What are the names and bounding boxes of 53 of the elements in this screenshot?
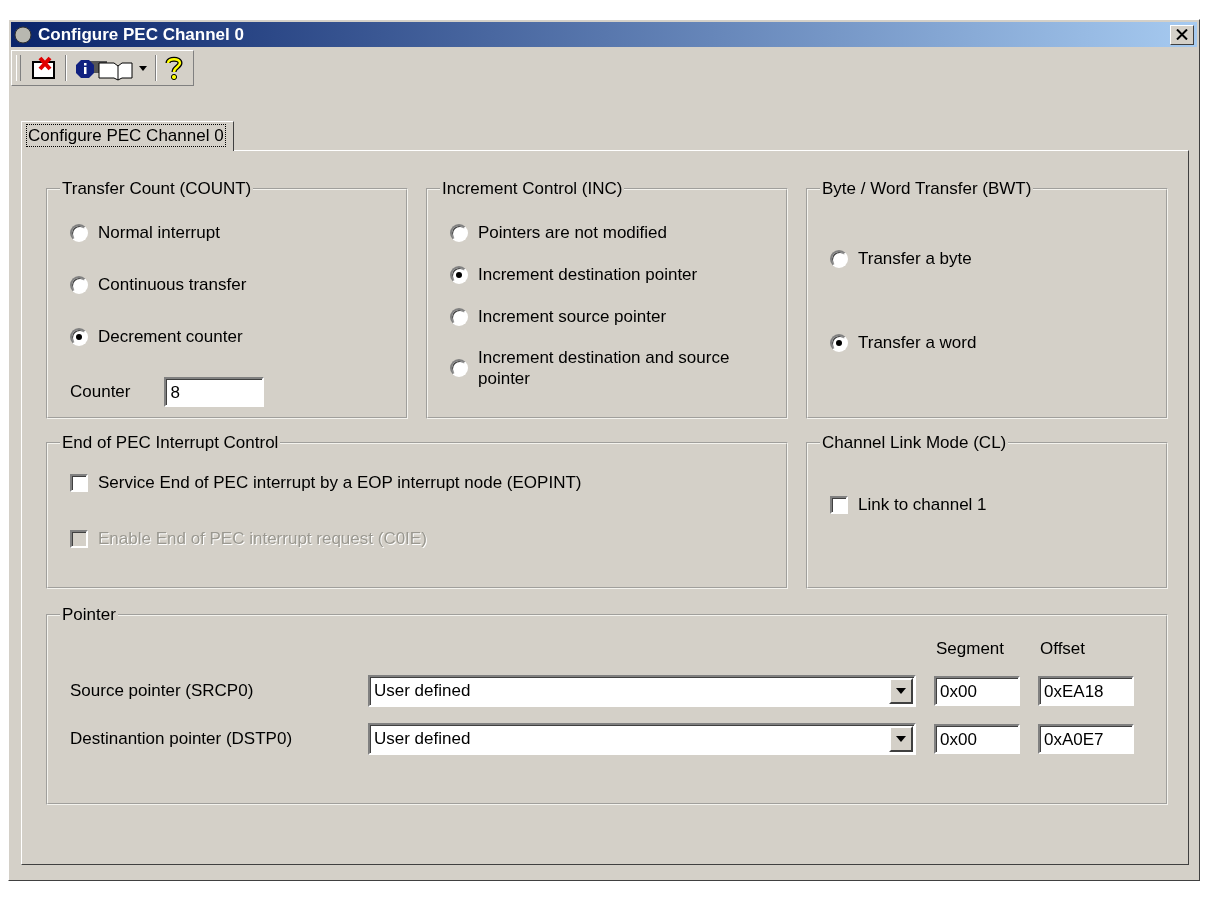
column-header: Segment — [935, 639, 1006, 659]
group-title: Pointer — [61, 605, 117, 625]
checkbox-label: Service End of PEC interrupt by a EOP interrupt node (EOPINT) — [98, 473, 582, 493]
close-button[interactable] — [1170, 24, 1194, 45]
checkbox[interactable] — [70, 474, 88, 492]
window-close-icon — [31, 56, 57, 80]
text-field[interactable]: 0x00 — [934, 676, 1020, 706]
group-title: Channel Link Mode (CL) — [821, 433, 1008, 453]
radio-button[interactable] — [70, 276, 88, 294]
group-title: Transfer Count (COUNT) — [61, 179, 253, 199]
dropdown-button[interactable] — [889, 678, 913, 704]
dropdown[interactable]: User defined — [368, 675, 916, 707]
field-label: Counter — [70, 382, 131, 402]
window-title: Configure PEC Channel 0 — [38, 24, 245, 45]
radio-button[interactable] — [70, 328, 88, 346]
dropdown[interactable]: User defined — [368, 723, 916, 755]
field-label: Destinantion pointer (DSTP0) — [70, 729, 294, 749]
field-label: Source pointer (SRCP0) — [70, 681, 255, 701]
radio-label: Transfer a word — [858, 332, 977, 354]
radio-label: Continuous transfer — [98, 274, 247, 296]
radio-label: Increment source pointer — [478, 306, 667, 328]
checkbox[interactable] — [830, 496, 848, 514]
checkbox-label: Link to channel 1 — [858, 495, 987, 515]
group-title: Increment Control (INC) — [441, 179, 624, 199]
group-title: Byte / Word Transfer (BWT) — [821, 179, 1033, 199]
radio-button[interactable] — [830, 250, 848, 268]
caret-icon — [139, 65, 147, 71]
text-field[interactable]: 0xA0E7 — [1038, 724, 1134, 754]
tab[interactable]: Configure PEC Channel 0 — [21, 121, 234, 151]
down-arrow-icon — [896, 736, 906, 742]
radio-label: Normal interrupt — [98, 222, 220, 244]
column-header: Offset — [1039, 639, 1087, 659]
avatar-icon — [14, 25, 32, 44]
group-title: End of PEC Interrupt Control — [61, 433, 280, 453]
radio-label: Increment destination and source pointer — [478, 347, 731, 390]
text-field[interactable]: 8 — [164, 377, 265, 407]
radio-label: Pointers are not modified — [478, 222, 667, 244]
radio-button[interactable] — [450, 224, 468, 242]
radio-label: Increment destination pointer — [478, 264, 698, 286]
text-field[interactable]: 0x00 — [934, 724, 1020, 754]
help-icon — [165, 55, 183, 81]
down-arrow-icon — [896, 688, 906, 694]
radio-button[interactable] — [450, 308, 468, 326]
radio-label: Decrement counter — [98, 326, 243, 348]
radio-button[interactable] — [450, 266, 468, 284]
radio-button[interactable] — [70, 224, 88, 242]
close-icon — [1176, 29, 1188, 40]
radio-button[interactable] — [830, 334, 848, 352]
text-field[interactable]: 0xEA18 — [1038, 676, 1134, 706]
dropdown-button[interactable] — [889, 726, 913, 752]
checkbox-label: Enable End of PEC interrupt request (C0IE) — [98, 529, 427, 549]
radio-button[interactable] — [450, 359, 468, 378]
radio-label: Transfer a byte — [858, 248, 972, 270]
